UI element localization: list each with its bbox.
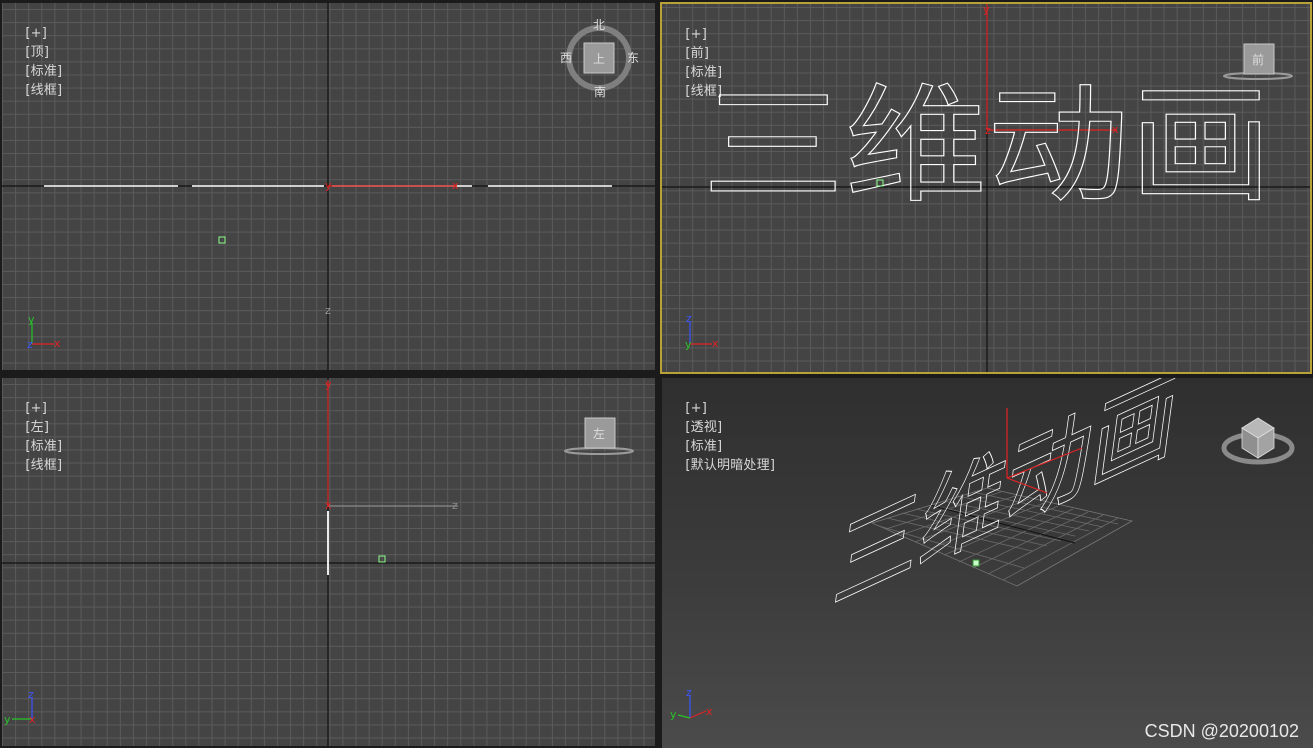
viewcube-face-label: 前 <box>1252 52 1264 67</box>
world-axis-tripod: y x z <box>27 313 61 351</box>
perspective-scene: 三维动画 z x y <box>670 378 1295 721</box>
viewport-left[interactable]: [+] [左] [标准] [线框] y x z 左 z y x <box>2 378 655 746</box>
top-scene: x y z 上 北 南 东 西 y x z <box>2 3 655 370</box>
svg-text:z: z <box>27 338 33 351</box>
gizmo-z-label: z <box>325 304 331 317</box>
svg-text:y: y <box>983 4 990 16</box>
viewcube-face-label: 左 <box>593 426 605 441</box>
svg-text:y: y <box>685 338 692 351</box>
svg-text:x: x <box>325 499 332 512</box>
svg-text:z: z <box>686 686 692 699</box>
compass-west-label: 西 <box>560 51 572 65</box>
svg-text:z: z <box>686 312 692 325</box>
svg-text:y: y <box>28 313 35 326</box>
text-spline-shape[interactable]: 三维动画 <box>826 378 1186 629</box>
text-spline-shape[interactable]: 三维动画 <box>701 71 1272 221</box>
viewcube-compass[interactable]: 上 北 南 东 西 <box>560 18 639 99</box>
object-pivot[interactable] <box>378 555 386 563</box>
compass-south-label: 南 <box>594 84 606 99</box>
world-axis-tripod: z x y <box>670 686 713 721</box>
viewport-top[interactable]: [+] [顶] [标准] [线框] x y z 上 北 南 东 西 y x z <box>2 3 655 370</box>
world-axis-tripod: z x y <box>685 312 719 351</box>
svg-text:y: y <box>325 378 332 391</box>
viewport-front[interactable]: [+] [前] [标准] [线框] y x z 三维动画 前 z x y <box>660 2 1312 374</box>
object-pivot[interactable] <box>972 559 980 567</box>
svg-text:y: y <box>670 708 677 721</box>
object-pivot[interactable] <box>218 236 226 244</box>
svg-text:z: z <box>28 688 34 701</box>
viewcube[interactable]: 前 <box>1223 43 1293 80</box>
gizmo-x-label: x <box>452 179 459 192</box>
viewcube[interactable] <box>1221 417 1295 465</box>
viewcube[interactable]: 左 <box>564 417 634 455</box>
compass-east-label: 东 <box>627 51 639 65</box>
world-axis-tripod: z y x <box>4 688 36 726</box>
svg-text:z: z <box>452 499 458 512</box>
viewport-perspective[interactable]: [+] [透视] [标准] [默认明暗处理] 三维动画 z x y <box>662 378 1313 748</box>
svg-text:y: y <box>4 713 11 726</box>
front-scene: y x z 三维动画 前 z x y <box>662 4 1310 372</box>
svg-text:x: x <box>706 705 713 718</box>
svg-text:x: x <box>29 713 36 726</box>
compass-north-label: 北 <box>593 18 605 32</box>
viewcube-face-label: 上 <box>593 52 605 66</box>
gizmo-y-label: y <box>325 179 332 192</box>
svg-text:x: x <box>54 337 61 350</box>
left-scene: y x z 左 z y x <box>2 378 655 746</box>
watermark: CSDN @20200102 <box>1144 721 1299 741</box>
svg-text:x: x <box>712 337 719 350</box>
